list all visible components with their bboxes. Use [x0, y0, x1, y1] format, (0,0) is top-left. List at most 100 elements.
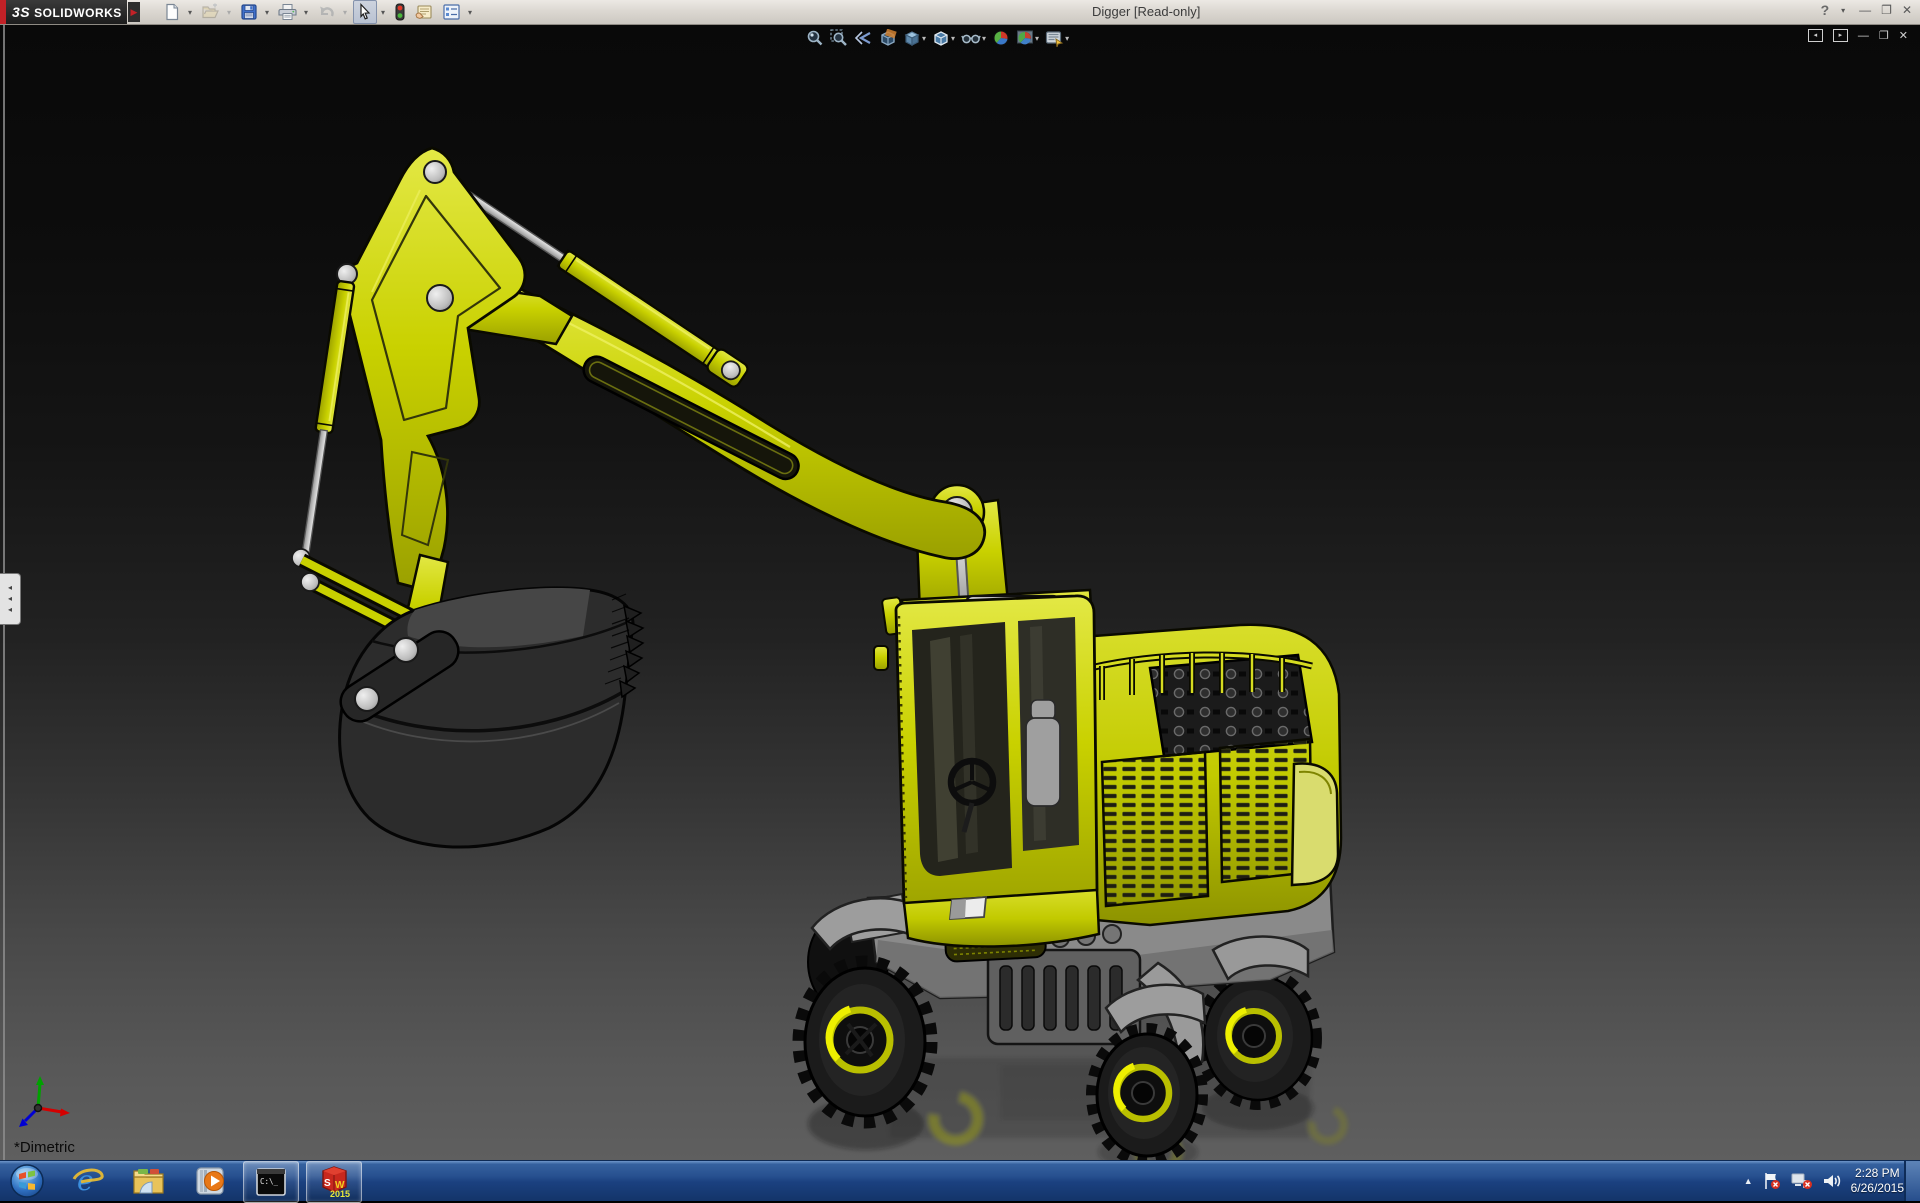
boom-plate[interactable] [337, 148, 572, 592]
edit-appearance-button[interactable] [991, 28, 1011, 48]
taskbar-windows-explorer[interactable] [124, 1161, 176, 1201]
app-minimize-button[interactable]: — [1859, 3, 1871, 17]
help-dropdown[interactable]: ▾ [1841, 6, 1849, 15]
file-properties-icon [414, 3, 434, 21]
save-floppy-icon [240, 3, 258, 21]
solidworks-logo[interactable]: 3S SOLIDWORKS [0, 0, 127, 24]
options-checklist-icon [442, 3, 461, 21]
svg-text:2015: 2015 [330, 1189, 350, 1199]
print-button[interactable] [275, 0, 300, 24]
solidworks-window: 3S SOLIDWORKS ▶ ▾ ▾ [0, 0, 1920, 1200]
bucket[interactable] [334, 588, 643, 847]
solidworks-2015-icon: S W 2015 [316, 1165, 352, 1199]
doc-minimize-button[interactable]: — [1858, 30, 1869, 42]
taskbar-solidworks-2015[interactable]: S W 2015 [306, 1161, 362, 1203]
windows-start-orb-icon [9, 1163, 45, 1199]
new-button[interactable] [160, 0, 184, 24]
action-center-flag-icon[interactable] [1762, 1172, 1782, 1190]
system-tray: ▲ 2:28 PM 6/26/2015 [1744, 1161, 1904, 1201]
zoom-to-area-button[interactable] [829, 28, 849, 48]
doc-restore-button[interactable]: ❐ [1879, 29, 1889, 42]
section-view-icon [879, 29, 897, 47]
save-dropdown[interactable]: ▾ [265, 8, 273, 17]
headsup-view-toolbar: ▾ ▾ ▾ [805, 28, 1070, 48]
open-button[interactable] [198, 0, 223, 24]
select-button[interactable] [353, 0, 377, 24]
open-folder-icon [201, 3, 220, 21]
view-settings-icon [1045, 29, 1064, 47]
document-title: Digger [Read-only] [1092, 4, 1200, 19]
hide-show-items-button[interactable]: ▾ [960, 28, 987, 48]
taskbar-command-prompt[interactable]: C:\_ [243, 1161, 299, 1203]
svg-text:C:\_: C:\_ [260, 1177, 279, 1186]
display-style-cube-icon [932, 29, 950, 47]
view-orientation-dropdown[interactable]: ▾ [922, 34, 926, 43]
view-settings-dropdown[interactable]: ▾ [1065, 34, 1069, 43]
rear-window [1292, 764, 1338, 885]
zoom-to-fit-icon [806, 29, 824, 47]
tab-arrow-icon: ◂ [8, 584, 12, 592]
boom-slot [579, 352, 803, 483]
start-button[interactable] [6, 1161, 48, 1201]
options-dropdown[interactable]: ▾ [468, 8, 476, 17]
display-style-button[interactable]: ▾ [931, 28, 956, 48]
rebuild-traffic-light-icon [394, 3, 406, 22]
logo-red-stripe [0, 0, 6, 24]
solidworks-brand-text: SOLIDWORKS [34, 6, 122, 20]
svg-text:S: S [324, 1178, 331, 1189]
undo-dropdown[interactable]: ▾ [343, 8, 351, 17]
main-toolbar: ▾ ▾ ▾ [160, 0, 476, 24]
undo-button[interactable] [314, 0, 339, 24]
windows-taskbar: e [0, 1160, 1920, 1201]
show-desktop-button[interactable] [1904, 1161, 1920, 1201]
print-dropdown[interactable]: ▾ [304, 8, 312, 17]
feature-tree-collapsed-tab[interactable]: ◂ ◂ ◂ [0, 573, 21, 625]
app-close-button[interactable]: ✕ [1902, 3, 1912, 17]
graphics-viewport[interactable]: ▾ ▾ ▾ [0, 25, 1920, 1160]
doc-close-button[interactable]: ✕ [1899, 29, 1908, 42]
appearance-sphere-icon [992, 29, 1010, 47]
section-view-button[interactable] [878, 28, 898, 48]
apply-scene-dropdown[interactable]: ▾ [1035, 34, 1039, 43]
bucket-cylinder[interactable] [292, 281, 355, 567]
save-button[interactable] [237, 0, 261, 24]
taskbar-clock[interactable]: 2:28 PM 6/26/2015 [1851, 1166, 1904, 1196]
printer-icon [278, 3, 297, 21]
show-left-pane-button[interactable]: ◂ [1808, 29, 1823, 42]
digger-model-canvas[interactable] [0, 25, 1920, 1160]
new-dropdown[interactable]: ▾ [188, 8, 196, 17]
apply-scene-button[interactable]: ▾ [1015, 28, 1040, 48]
hide-show-glasses-icon [961, 29, 981, 47]
network-status-icon[interactable] [1791, 1172, 1813, 1190]
menu-flyout-arrow[interactable]: ▶ [128, 2, 140, 22]
view-orientation-cube-icon [903, 29, 921, 47]
solidworks-logo-mark: 3S [12, 4, 30, 20]
app-restore-button[interactable]: ❐ [1881, 3, 1892, 17]
view-orientation-label: *Dimetric [14, 1139, 75, 1156]
clock-time: 2:28 PM [1851, 1166, 1904, 1181]
apply-scene-icon [1016, 29, 1034, 47]
taskbar-media-player[interactable] [186, 1161, 234, 1201]
file-properties-button[interactable] [411, 0, 437, 24]
view-settings-button[interactable]: ▾ [1044, 28, 1070, 48]
command-prompt-icon: C:\_ [255, 1167, 287, 1197]
options-button[interactable] [439, 0, 464, 24]
taskbar-internet-explorer[interactable]: e [62, 1161, 114, 1201]
show-right-pane-button[interactable]: ▸ [1833, 29, 1848, 42]
rebuild-button[interactable] [391, 0, 409, 24]
help-button[interactable]: ? [1821, 2, 1830, 18]
select-dropdown[interactable]: ▾ [381, 8, 389, 17]
select-cursor-icon [356, 3, 374, 21]
display-style-dropdown[interactable]: ▾ [951, 34, 955, 43]
undo-arrow-icon [317, 3, 336, 21]
internet-explorer-icon: e [71, 1165, 105, 1197]
volume-icon[interactable] [1822, 1172, 1842, 1190]
hide-show-dropdown[interactable]: ▾ [982, 34, 986, 43]
previous-view-button[interactable] [853, 28, 874, 48]
show-hidden-icons-button[interactable]: ▲ [1744, 1176, 1753, 1186]
zoom-to-area-icon [830, 29, 848, 47]
open-dropdown[interactable]: ▾ [227, 8, 235, 17]
view-orientation-button[interactable]: ▾ [902, 28, 927, 48]
cab[interactable] [874, 590, 1099, 947]
zoom-to-fit-button[interactable] [805, 28, 825, 48]
